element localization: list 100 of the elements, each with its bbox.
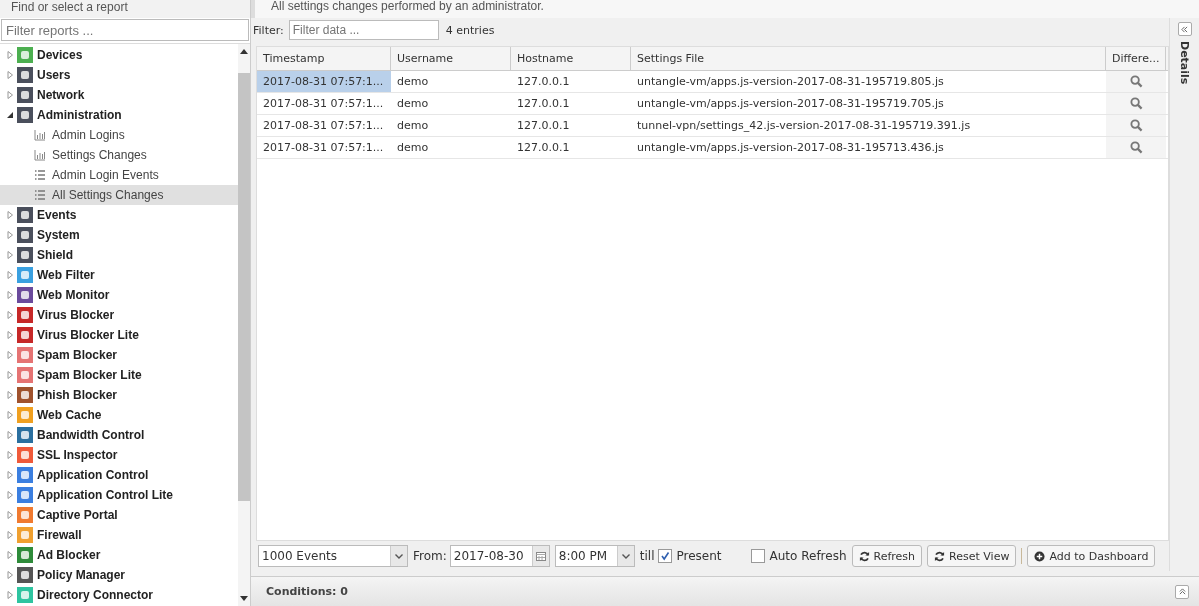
table-cell-text: 127.0.0.1: [516, 96, 571, 112]
collapsed-triangle-icon[interactable]: [6, 551, 14, 559]
column-header[interactable]: Settings File: [631, 47, 1106, 70]
table-cell-text: tunnel-vpn/settings_42.js-version-2017-08-31-195719.391.js: [636, 118, 972, 134]
tree-item[interactable]: Settings Changes: [0, 145, 238, 165]
collapsed-triangle-icon[interactable]: [6, 491, 14, 499]
search-icon[interactable]: [1129, 97, 1143, 110]
collapsed-triangle-icon[interactable]: [6, 531, 14, 539]
collapsed-triangle-icon[interactable]: [6, 571, 14, 579]
calendar-icon: [535, 551, 546, 561]
report-description: All settings changes performed by an administrator.: [251, 0, 1199, 18]
tree-item[interactable]: Network: [0, 85, 238, 105]
present-checkbox[interactable]: [657, 549, 672, 563]
table-cell-text: untangle-vm/apps.js-version-2017-08-31-195719.805.js: [636, 74, 945, 90]
filter-data-field[interactable]: Filter data ...: [288, 20, 439, 40]
collapsed-triangle-icon[interactable]: [6, 451, 14, 459]
filter-label: Filter:: [253, 23, 284, 37]
tree-item[interactable]: SSL Inspector: [0, 445, 238, 465]
tree-item[interactable]: Web Monitor: [0, 285, 238, 305]
tree-item[interactable]: Web Cache: [0, 405, 238, 425]
bar-chart-icon: [34, 129, 46, 141]
collapsed-triangle-icon[interactable]: [6, 231, 14, 239]
tree-item[interactable]: Phish Blocker: [0, 385, 238, 405]
column-header[interactable]: Differe...: [1106, 47, 1166, 70]
tree-item[interactable]: Application Control Lite: [0, 485, 238, 505]
expand-panel-button[interactable]: [1177, 22, 1192, 36]
scroll-down-icon[interactable]: [240, 596, 248, 601]
collapsed-triangle-icon[interactable]: [6, 71, 14, 79]
scroll-up-icon[interactable]: [240, 49, 248, 54]
tree-item[interactable]: Virus Blocker: [0, 305, 238, 325]
caret-icon: [395, 553, 403, 559]
collapsed-triangle-icon[interactable]: [6, 291, 14, 299]
collapsed-triangle-icon[interactable]: [6, 411, 14, 419]
tree-item[interactable]: System: [0, 225, 238, 245]
toolbar-button[interactable]: Reset View: [927, 545, 1017, 567]
collapsed-triangle-icon[interactable]: [6, 311, 14, 319]
tree-item[interactable]: Spam Blocker Lite: [0, 365, 238, 385]
tree-item[interactable]: Captive Portal: [0, 505, 238, 525]
double-chevron-up-icon: [1178, 587, 1186, 596]
tree-item[interactable]: Users: [0, 65, 238, 85]
table-cell-text: demo: [396, 96, 430, 112]
sidebar-heading: Find or select a report: [0, 0, 250, 18]
column-header[interactable]: Hostname: [511, 47, 631, 70]
tree-item[interactable]: Devices: [0, 45, 238, 65]
tree-item[interactable]: Administration: [0, 105, 238, 125]
tree-item[interactable]: Admin Logins: [0, 125, 238, 145]
collapsed-triangle-icon[interactable]: [6, 431, 14, 439]
tree-item[interactable]: Events: [0, 205, 238, 225]
tree-item[interactable]: Virus Blocker Lite: [0, 325, 238, 345]
collapsed-triangle-icon[interactable]: [6, 271, 14, 279]
search-icon[interactable]: [1129, 119, 1143, 132]
tree-item[interactable]: Policy Manager: [0, 565, 238, 585]
list-icon: [34, 189, 46, 201]
table-cell-text: demo: [396, 140, 430, 156]
table-cell-text: 127.0.0.1: [516, 118, 571, 134]
collapsed-triangle-icon[interactable]: [6, 331, 14, 339]
table-cell: 2017-08-31 07:57:1...: [257, 71, 391, 92]
table-cell-text: 2017-08-31 07:57:1...: [262, 96, 385, 112]
tree-item[interactable]: Admin Login Events: [0, 165, 238, 185]
collapsed-triangle-icon[interactable]: [6, 391, 14, 399]
table-cell-text: 127.0.0.1: [516, 74, 571, 90]
column-header[interactable]: Username: [391, 47, 511, 70]
table-cell-text: demo: [396, 74, 430, 90]
scrollbar[interactable]: [238, 44, 250, 606]
tree-item[interactable]: Bandwidth Control: [0, 425, 238, 445]
search-icon[interactable]: [1129, 75, 1143, 88]
collapsed-triangle-icon[interactable]: [6, 211, 14, 219]
event-limit-dropdown[interactable]: 1000 Events: [258, 545, 408, 567]
collapsed-triangle-icon[interactable]: [6, 471, 14, 479]
expanded-triangle-icon[interactable]: [6, 111, 14, 119]
date-field[interactable]: 2017-08-30: [449, 545, 550, 567]
expand-conditions-button[interactable]: [1175, 584, 1189, 599]
till-label: till: [639, 549, 655, 563]
conditions-label: Conditions: 0: [266, 585, 348, 598]
details-panel-title: Details: [1178, 41, 1191, 85]
toolbar-button[interactable]: Add to Dashboard: [1027, 545, 1156, 567]
time-dropdown[interactable]: 8:00 PM: [554, 545, 635, 567]
tree-item[interactable]: Firewall: [0, 525, 238, 545]
search-icon[interactable]: [1129, 141, 1143, 154]
collapsed-triangle-icon[interactable]: [6, 51, 14, 59]
toolbar-button[interactable]: Refresh: [851, 545, 923, 567]
present-label: Present: [676, 549, 722, 563]
tree-item[interactable]: Directory Connector: [0, 585, 238, 605]
collapsed-triangle-icon[interactable]: [6, 351, 14, 359]
collapsed-triangle-icon[interactable]: [6, 371, 14, 379]
collapsed-triangle-icon[interactable]: [6, 591, 14, 599]
collapsed-triangle-icon[interactable]: [6, 511, 14, 519]
collapsed-triangle-icon[interactable]: [6, 251, 14, 259]
table-cell-text: 2017-08-31 07:57:1...: [262, 140, 385, 156]
tree-item[interactable]: Shield: [0, 245, 238, 265]
column-header[interactable]: Timestamp: [257, 47, 391, 70]
tree-item[interactable]: All Settings Changes: [0, 185, 238, 205]
collapsed-triangle-icon[interactable]: [6, 91, 14, 99]
tree-item[interactable]: Spam Blocker: [0, 345, 238, 365]
bar-chart-icon: [34, 149, 46, 161]
tree-item[interactable]: Ad Blocker: [0, 545, 238, 565]
filter-reports-field[interactable]: Filter reports ...: [1, 19, 249, 41]
tree-item[interactable]: Application Control: [0, 465, 238, 485]
auto-refresh-checkbox[interactable]: [750, 549, 765, 563]
tree-item[interactable]: Web Filter: [0, 265, 238, 285]
